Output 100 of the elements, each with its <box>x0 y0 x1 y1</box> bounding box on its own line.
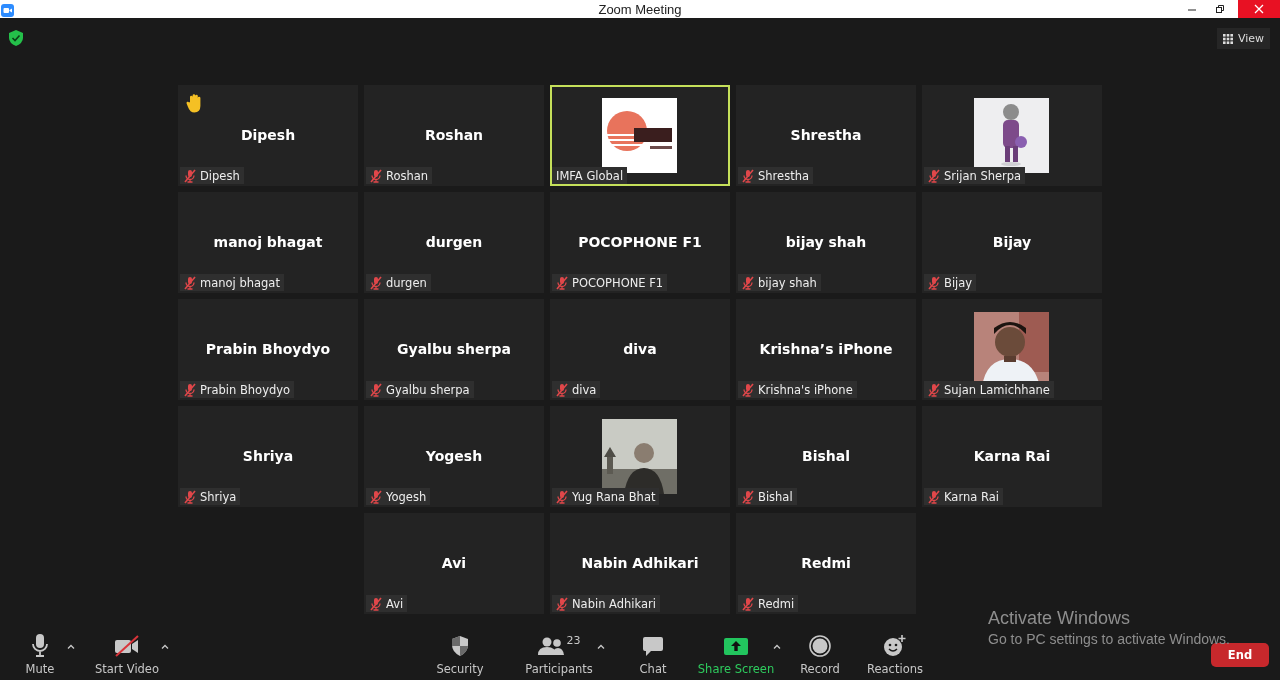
muted-mic-icon <box>370 168 382 183</box>
participant-name: Nabin Adhikari <box>581 554 699 571</box>
participant-label: Shrestha <box>758 168 809 183</box>
toolbar-button[interactable]: Chat <box>628 630 678 676</box>
participant-label: Dipesh <box>200 168 240 183</box>
muted-mic-icon <box>928 382 940 397</box>
participant-label: Sujan Lamichhane <box>944 382 1050 397</box>
muted-mic-icon <box>556 382 568 397</box>
muted-mic-icon <box>556 596 568 611</box>
smiley-icon <box>883 635 907 657</box>
button-label: Participants <box>525 662 593 676</box>
muted-mic-icon <box>556 489 568 504</box>
participant-label: IMFA Global <box>556 168 624 183</box>
participant-name: Bijay <box>992 233 1032 250</box>
muted-mic-icon <box>742 275 754 290</box>
button-label: Share Screen <box>697 662 775 676</box>
participant-name: Avi <box>441 554 467 571</box>
participant-name: Bishal <box>802 447 850 464</box>
view-button[interactable]: View <box>1216 28 1270 49</box>
participant-label: Bishal <box>758 489 793 504</box>
participant-label: Krishna's iPhone <box>758 382 853 397</box>
muted-mic-icon <box>742 596 754 611</box>
participant-name: Prabin Bhoydyo <box>205 340 331 357</box>
close-button[interactable] <box>1238 0 1280 18</box>
participant-label: Redmi <box>758 596 795 611</box>
muted-mic-icon <box>184 489 196 504</box>
participant-label: Nabin Adhikari <box>572 596 656 611</box>
muted-mic-icon <box>184 168 196 183</box>
people-icon <box>537 637 564 655</box>
button-label: Reactions <box>867 662 923 676</box>
participant-name: manoj bhagat <box>213 233 323 250</box>
participant-name: Roshan <box>424 126 484 143</box>
crossed-camera-icon <box>114 635 140 657</box>
toolbar-button[interactable]: Start Video <box>95 630 159 676</box>
participant-name: durgen <box>425 233 483 250</box>
muted-mic-icon <box>184 382 196 397</box>
participant-name: diva <box>623 340 657 357</box>
button-label: Record <box>800 662 840 676</box>
muted-mic-icon <box>370 489 382 504</box>
muted-mic-icon <box>742 168 754 183</box>
participant-count: 23 <box>566 634 581 647</box>
participant-name: Redmi <box>801 554 851 571</box>
muted-mic-icon <box>370 596 382 611</box>
participant-label: bijay shah <box>758 275 817 290</box>
participant-name: bijay shah <box>785 233 867 250</box>
participant-name: Dipesh <box>240 126 296 143</box>
button-label: Mute <box>25 662 55 676</box>
toolbar-button[interactable]: Record <box>792 630 848 676</box>
muted-mic-icon <box>742 382 754 397</box>
grid-icon <box>1222 33 1233 44</box>
participant-label: Srijan Sherpa <box>944 168 1022 183</box>
participant-name: Shrestha <box>790 126 862 143</box>
caret-icon <box>67 643 75 649</box>
participant-label: Karna Rai <box>944 489 999 504</box>
participant-name: Karna Rai <box>973 447 1051 464</box>
participant-label: Gyalbu sherpa <box>386 382 470 397</box>
participant-name: Yogesh <box>425 447 483 464</box>
muted-mic-icon <box>370 275 382 290</box>
participant-label: Roshan <box>386 168 429 183</box>
caret-icon <box>161 643 169 649</box>
button-label: Chat <box>639 662 667 676</box>
shield-check-icon <box>9 30 23 46</box>
muted-mic-icon <box>370 382 382 397</box>
participant-name: POCOPHONE F1 <box>578 233 702 250</box>
muted-mic-icon <box>742 489 754 504</box>
participant-label: Shriya <box>200 489 237 504</box>
chat-bubble-icon <box>642 635 664 657</box>
button-label: Start Video <box>95 662 159 676</box>
toolbar-button[interactable]: Mute <box>15 630 65 676</box>
participant-label: Yug Rana Bhat <box>572 489 656 504</box>
participant-label: POCOPHONE F1 <box>572 275 664 290</box>
participant-label: diva <box>572 382 597 397</box>
caret-icon <box>773 643 781 649</box>
microphone-icon <box>32 634 48 658</box>
activation-title: Activate Windows <box>988 608 1132 629</box>
record-icon <box>809 635 831 657</box>
participant-label: Bijay <box>944 275 973 290</box>
window-title: Zoom Meeting <box>598 1 682 17</box>
muted-mic-icon <box>928 275 940 290</box>
participant-label: manoj bhagat <box>200 275 280 290</box>
caret-icon <box>597 643 605 649</box>
restore-icon <box>1215 4 1225 14</box>
muted-mic-icon <box>928 489 940 504</box>
toolbar-button[interactable]: Reactions <box>862 630 928 676</box>
muted-mic-icon <box>184 275 196 290</box>
muted-mic-icon <box>928 168 940 183</box>
participant-name: Gyalbu sherpa <box>397 340 511 357</box>
toolbar-button[interactable]: Security <box>430 630 490 676</box>
participant-name: Krishna’s iPhone <box>759 340 893 357</box>
participant-label: durgen <box>386 275 427 290</box>
muted-mic-icon <box>556 275 568 290</box>
participant-name: Shriya <box>242 447 294 464</box>
participant-label: Avi <box>386 596 404 611</box>
end-button[interactable]: End <box>1211 643 1269 667</box>
toolbar-button[interactable]: 23 Participants <box>523 630 595 676</box>
close-icon <box>1254 4 1264 14</box>
participant-label: Prabin Bhoydyo <box>200 382 291 397</box>
button-label: Security <box>436 662 484 676</box>
shield-icon <box>451 635 469 657</box>
participant-label: Yogesh <box>386 489 427 504</box>
